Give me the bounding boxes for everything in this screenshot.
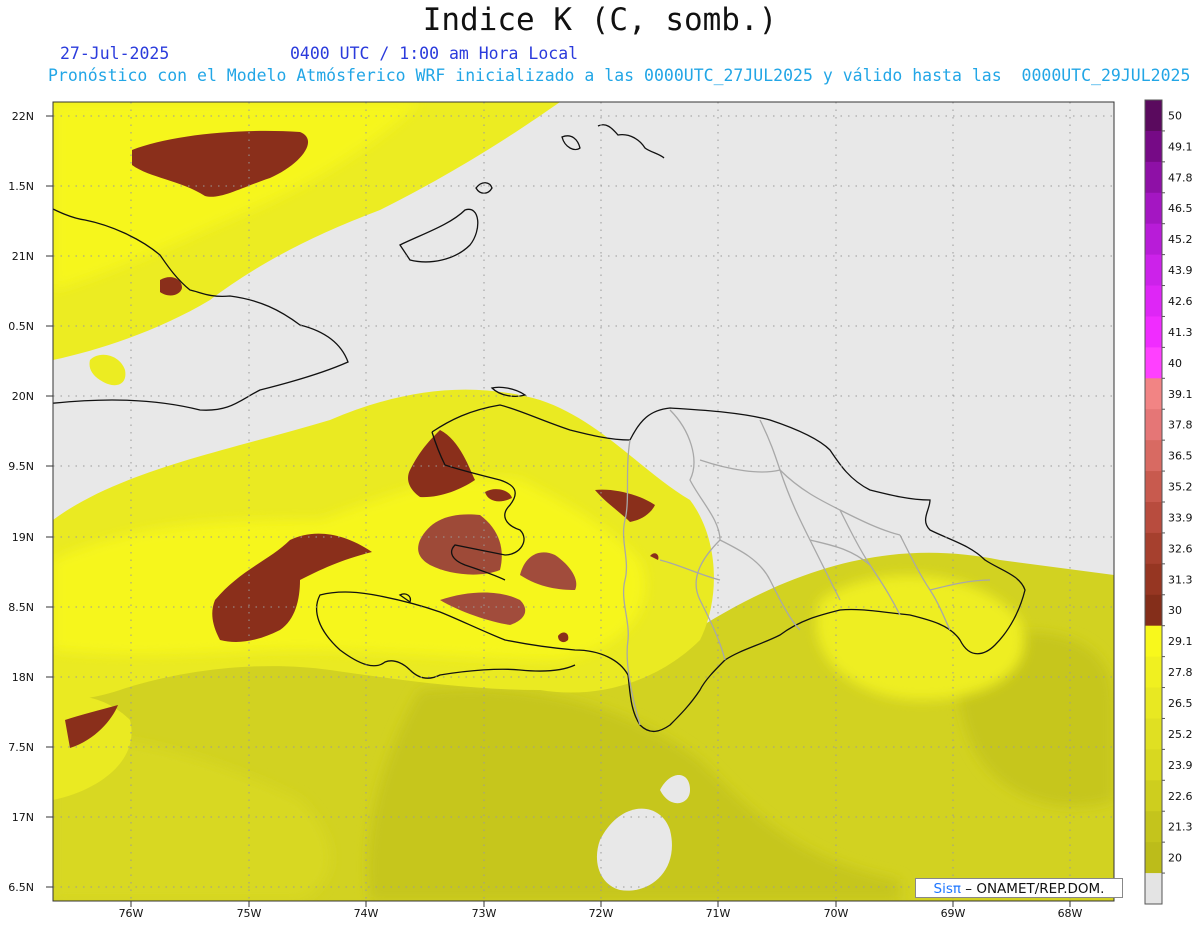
lat-ticks [46, 115, 53, 888]
lon-label: 69W [941, 907, 966, 920]
colorbar-swatch [1145, 192, 1162, 225]
colorbar-label: 33.9 [1168, 511, 1193, 524]
colorbar-label: 25.2 [1168, 728, 1193, 741]
colorbar-swatch [1145, 378, 1162, 410]
colorbar-swatch [1145, 532, 1162, 565]
colorbar-swatch [1145, 625, 1162, 658]
colorbar-swatch [1145, 161, 1162, 194]
colorbar-label: 20 [1168, 852, 1182, 865]
lat-label: 19N [12, 531, 34, 544]
lon-label: 68W [1058, 907, 1083, 920]
lon-label: 70W [824, 907, 849, 920]
colorbar-label: 50 [1168, 109, 1182, 122]
lon-ticks [130, 901, 1071, 907]
colorbar-label: 42.6 [1168, 295, 1193, 308]
colorbar-label: 22.6 [1168, 790, 1193, 803]
lon-label: 72W [589, 907, 614, 920]
lat-label: 7.5N [8, 741, 34, 754]
colorbar-swatch [1145, 347, 1162, 379]
lat-label: 18N [12, 671, 34, 684]
colorbar-swatch [1145, 687, 1162, 719]
colorbar-swatch [1145, 749, 1162, 781]
colorbar-label: 29.1 [1168, 635, 1193, 648]
colorbar-swatch [1145, 471, 1162, 503]
credit-text: – ONAMET/REP.DOM. [961, 881, 1105, 897]
colorbar-swatch [1145, 873, 1162, 905]
colorbar-label: 21.3 [1168, 821, 1193, 834]
lat-label: 21N [12, 250, 34, 263]
credit-box: Sisπ – ONAMET/REP.DOM. [915, 878, 1123, 898]
lat-label: 20N [12, 390, 34, 403]
k-index-map: 22N 1.5N 21N 0.5N 20N 9.5N 19N 8.5N 18N … [8, 99, 1193, 920]
colorbar-label: 31.3 [1168, 573, 1193, 586]
colorbar-label: 46.5 [1168, 202, 1193, 215]
colorbar-label: 47.8 [1168, 171, 1193, 184]
colorbar-swatch [1145, 811, 1162, 843]
latitude-labels: 22N 1.5N 21N 0.5N 20N 9.5N 19N 8.5N 18N … [8, 110, 34, 894]
colorbar-label: 49.1 [1168, 140, 1193, 153]
lat-label: 22N [12, 110, 34, 123]
lat-label: 6.5N [8, 881, 34, 894]
colorbar-swatch [1145, 594, 1162, 627]
lat-label: 9.5N [8, 460, 34, 473]
colorbar-label: 45.2 [1168, 233, 1193, 246]
colorbar-swatch [1145, 254, 1162, 287]
colorbar-swatch [1145, 502, 1162, 534]
colorbar-swatch [1145, 563, 1162, 596]
colorbar-swatch [1145, 100, 1162, 132]
lon-label: 76W [119, 907, 144, 920]
lat-label: 0.5N [8, 320, 34, 333]
colorbar: 50 49.1 47.8 46.5 45.2 43.9 42.6 41.3 40 39.1 37.8… [1144, 99, 1193, 905]
lon-label: 71W [706, 907, 731, 920]
colorbar-label: 37.8 [1168, 419, 1193, 432]
colorbar-swatch [1145, 780, 1162, 812]
colorbar-swatch [1145, 409, 1162, 441]
lat-label: 1.5N [8, 180, 34, 193]
lat-label: 17N [12, 811, 34, 824]
colorbar-label: 36.5 [1168, 450, 1193, 463]
colorbar-swatch [1145, 440, 1162, 472]
colorbar-swatch [1145, 718, 1162, 750]
colorbar-label: 43.9 [1168, 264, 1193, 277]
lat-label: 8.5N [8, 601, 34, 614]
colorbar-label: 35.2 [1168, 481, 1193, 494]
lon-label: 74W [354, 907, 379, 920]
colorbar-label: 41.3 [1168, 326, 1193, 339]
colorbar-swatch [1145, 656, 1162, 689]
longitude-labels: 76W 75W 74W 73W 72W 71W 70W 69W 68W [119, 907, 1083, 920]
colorbar-label: 27.8 [1168, 666, 1193, 679]
colorbar-swatch [1145, 223, 1162, 256]
colorbar-label: 40 [1168, 357, 1182, 370]
colorbar-swatch [1145, 130, 1162, 163]
colorbar-swatch [1145, 285, 1162, 317]
colorbar-label: 39.1 [1168, 388, 1193, 401]
colorbar-swatch [1145, 316, 1162, 348]
colorbar-label: 30 [1168, 604, 1182, 617]
sispi-logo: Sisπ [933, 881, 961, 897]
colorbar-swatch [1145, 842, 1162, 874]
colorbar-label: 26.5 [1168, 697, 1193, 710]
colorbar-label: 32.6 [1168, 542, 1193, 555]
colorbar-label: 23.9 [1168, 759, 1193, 772]
lon-label: 75W [237, 907, 262, 920]
lon-label: 73W [472, 907, 497, 920]
